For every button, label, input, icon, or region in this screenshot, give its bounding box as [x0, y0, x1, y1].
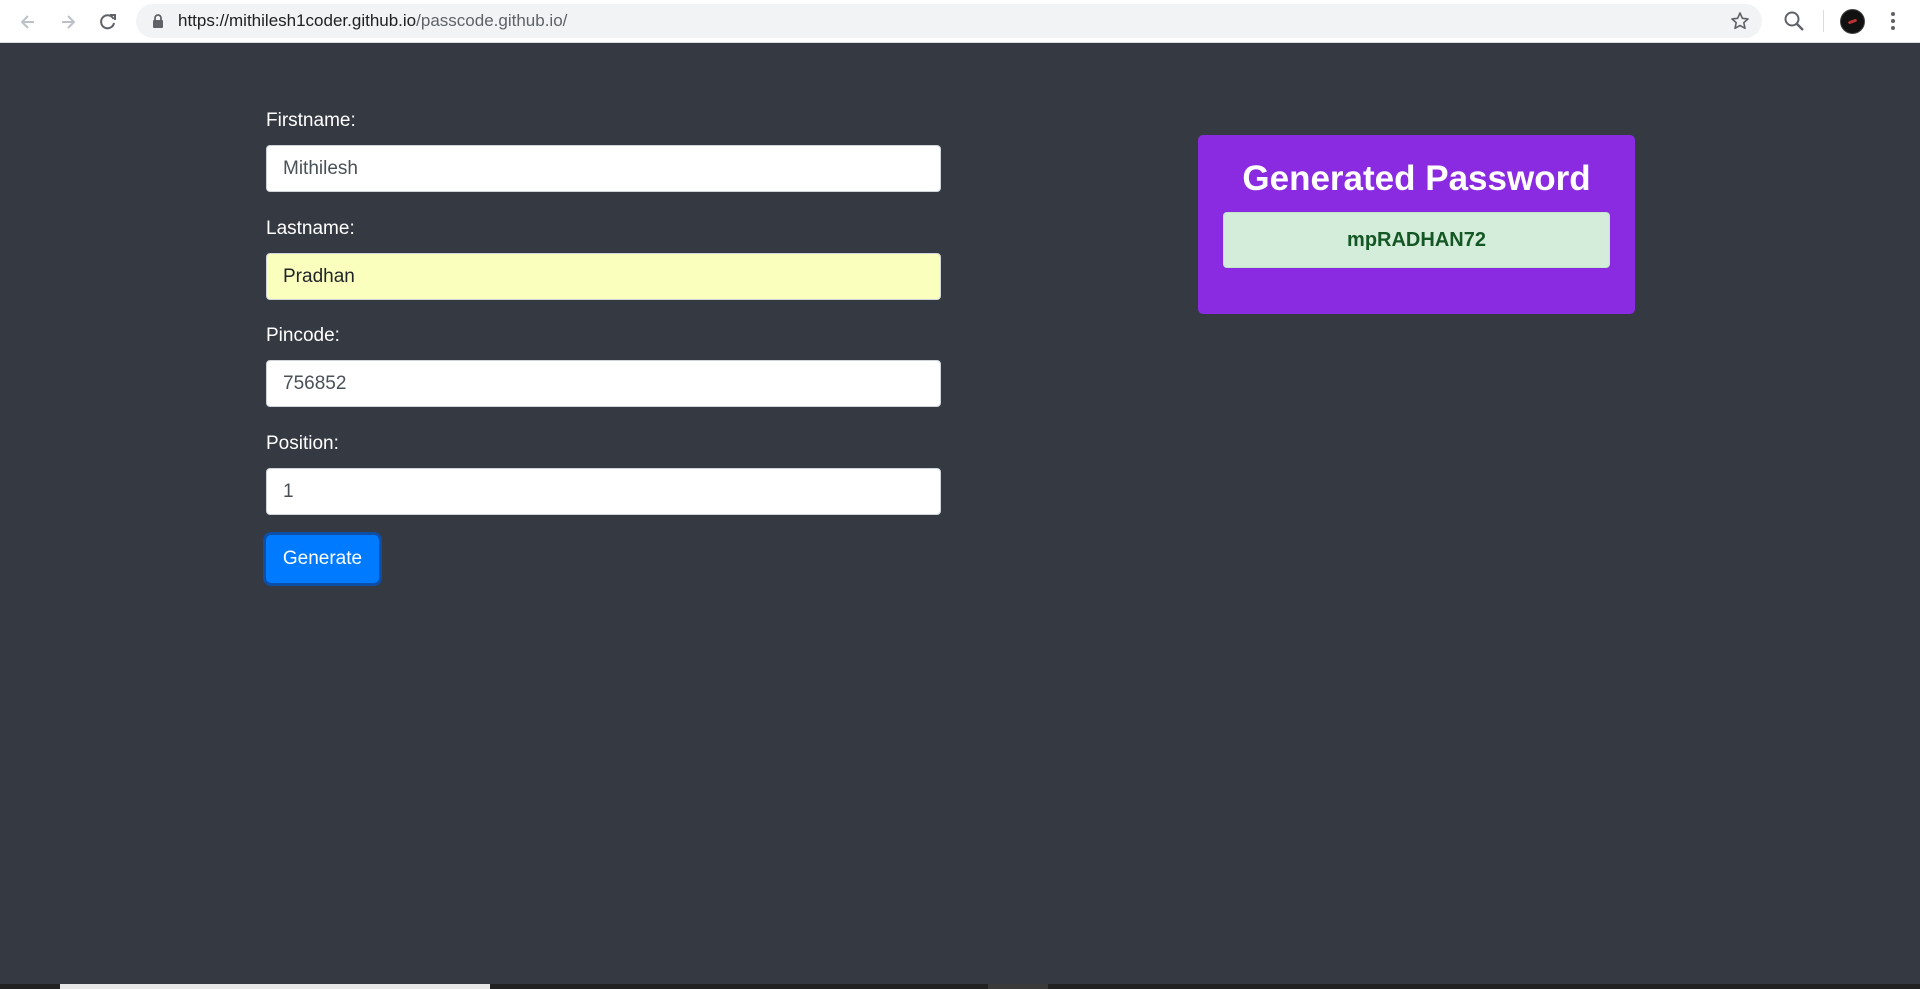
back-arrow-icon[interactable] — [14, 8, 42, 36]
url-text: https://mithilesh1coder.github.io/passco… — [178, 4, 567, 38]
generated-password-card: Generated Password mpRADHAN72 — [1198, 135, 1635, 314]
position-input[interactable] — [266, 468, 941, 515]
generate-button[interactable]: Generate — [266, 535, 379, 583]
result-title: Generated Password — [1242, 159, 1591, 198]
url-path: /passcode.github.io/ — [416, 11, 568, 30]
generated-password-value: mpRADHAN72 — [1223, 212, 1610, 268]
lastname-input[interactable] — [266, 253, 941, 300]
url-host: https://mithilesh1coder.github.io — [178, 11, 417, 30]
firstname-input[interactable] — [266, 145, 941, 192]
pincode-label: Pincode: — [266, 325, 340, 346]
taskbar-strip — [0, 984, 1920, 989]
profile-avatar[interactable] — [1840, 9, 1865, 34]
star-icon[interactable] — [1730, 11, 1750, 31]
lock-icon — [153, 14, 163, 28]
browser-toolbar: https://mithilesh1coder.github.io/passco… — [0, 0, 1920, 43]
firstname-label: Firstname: — [266, 110, 356, 131]
menu-icon[interactable] — [1880, 8, 1906, 34]
position-label: Position: — [266, 433, 339, 454]
taskbar-segment — [60, 984, 490, 989]
reload-icon[interactable] — [94, 8, 122, 36]
search-icon[interactable] — [1781, 8, 1807, 34]
lastname-label: Lastname: — [266, 218, 355, 239]
pincode-input[interactable] — [266, 360, 941, 407]
taskbar-segment — [988, 984, 1048, 989]
forward-arrow-icon[interactable] — [54, 8, 82, 36]
toolbar-divider — [1823, 10, 1824, 32]
address-bar[interactable]: https://mithilesh1coder.github.io/passco… — [136, 4, 1762, 38]
